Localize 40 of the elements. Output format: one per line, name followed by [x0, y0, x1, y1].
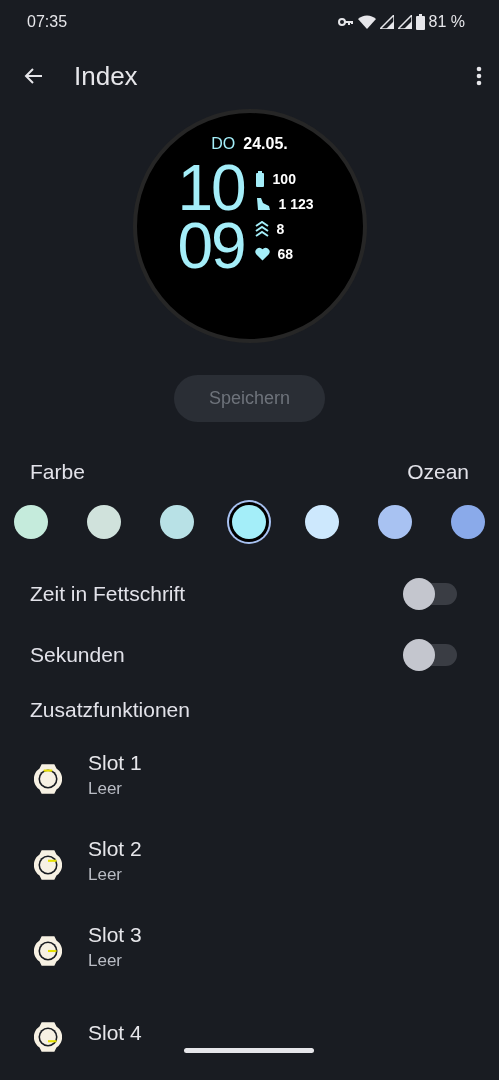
toggle-switch[interactable]	[403, 577, 459, 610]
complication-value: 68	[277, 246, 294, 263]
date: 24.05.	[243, 134, 288, 153]
signal-icon	[397, 14, 412, 29]
battery-icon	[415, 13, 425, 30]
complication-value: 8	[276, 221, 285, 238]
slot-status: Leer	[88, 950, 124, 971]
slot-name[interactable]: Slot 4	[88, 1020, 142, 1045]
color-label: Farbe	[30, 459, 85, 484]
weekday: DO	[211, 134, 236, 153]
slot-name[interactable]: Slot 3	[88, 922, 142, 947]
battery-icon	[254, 171, 265, 188]
heart-icon	[254, 247, 270, 262]
signal-icon	[379, 14, 394, 29]
color-swatch[interactable]	[159, 504, 194, 539]
section-title: Zusatzfunktionen	[29, 696, 191, 722]
color-swatch[interactable]	[450, 504, 485, 539]
hours: 10	[177, 158, 245, 217]
setting-label: Sekunden	[30, 643, 125, 668]
color-swatch[interactable]	[86, 504, 121, 539]
minutes: 09	[177, 216, 245, 275]
key-icon	[337, 16, 354, 27]
color-swatch[interactable]	[14, 504, 48, 539]
slot-name[interactable]: Slot 1	[88, 750, 142, 775]
complication-value: 1 123	[278, 196, 314, 213]
shoe-icon	[254, 197, 271, 212]
color-swatch[interactable]	[305, 504, 340, 539]
battery-level: 81 %	[428, 12, 465, 31]
slot-status: Leer	[88, 778, 124, 799]
status-time: 07:35	[27, 12, 68, 31]
toggle-switch[interactable]	[403, 639, 459, 672]
wifi-icon	[357, 14, 376, 29]
complication-value: 100	[272, 171, 296, 188]
chevrons-icon	[254, 221, 269, 238]
color-swatch[interactable]	[378, 504, 413, 539]
slot-status: Leer	[88, 864, 124, 885]
slot-name[interactable]: Slot 2	[88, 836, 142, 861]
color-value: Ozean	[407, 459, 469, 484]
setting-label: Zeit in Fettschrift	[30, 581, 186, 606]
page-title: Index	[74, 60, 139, 92]
